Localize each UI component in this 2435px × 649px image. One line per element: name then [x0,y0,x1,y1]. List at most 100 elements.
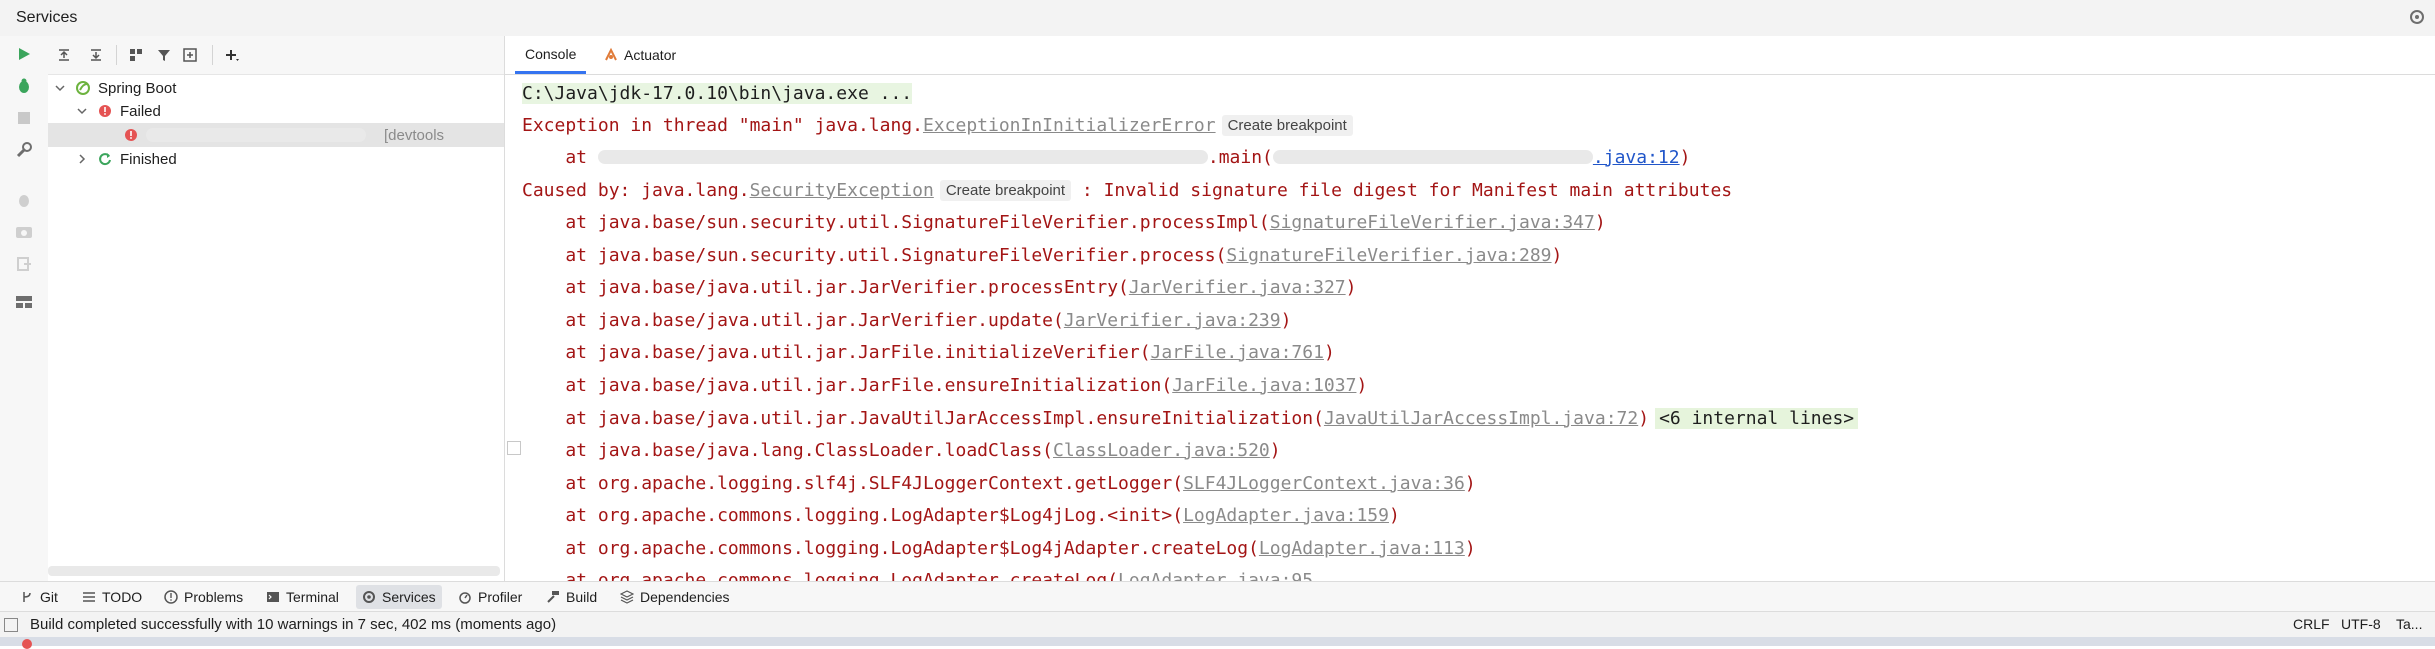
toolbar-separator [212,45,213,65]
spring-boot-icon [74,79,92,97]
log-text: at org.apache.logging.slf4j.SLF4JLoggerC… [522,472,1184,494]
source-link[interactable]: JarFile.java:1037 [1172,375,1356,396]
stack-frame: at java.base/java.util.jar.JarFile.ensur… [522,370,1367,400]
log-text: ) [1594,211,1606,233]
add-service-icon[interactable] [220,43,244,67]
source-link[interactable]: JarFile.java:761 [1151,342,1324,363]
exit-icon[interactable] [12,252,36,276]
log-line-exception: Exception in thread "main" java.lang. Exc… [522,110,1353,140]
tool-build[interactable]: Build [540,585,603,609]
toolbar-separator [116,45,117,65]
services-action-gutter [0,36,49,581]
run-icon[interactable] [12,42,36,66]
tool-window-title: Services [16,9,78,26]
chevron-down-icon[interactable] [74,103,90,119]
stack-frame: at java.base/sun.security.util.Signature… [522,207,1606,237]
indent-widget[interactable]: Ta... [2396,616,2422,632]
actuator-icon [603,47,619,63]
source-link[interactable]: LogAdapter.java:95 [1118,570,1313,582]
status-toggle-icon[interactable] [4,618,18,632]
tree-node-app-run-config[interactable]: [devtools [122,123,444,147]
expand-all-icon[interactable] [52,43,76,67]
tool-dependencies[interactable]: Dependencies [614,585,736,609]
command-text[interactable]: C:\Java\jdk-17.0.10\bin\java.exe ... [522,82,913,104]
source-link[interactable]: SignatureFileVerifier.java:347 [1270,212,1595,233]
tree-node-label: Spring Boot [98,79,177,97]
log-line-caused-by: Caused by: java.lang. SecurityException Cr… [522,175,1732,205]
new-tab-icon[interactable] [178,43,202,67]
source-link[interactable]: SignatureFileVerifier.java:289 [1226,245,1551,266]
tool-todo[interactable]: TODO [76,585,148,609]
log-text: ) [1356,374,1368,396]
status-message[interactable]: Build completed successfully with 10 war… [30,616,556,633]
tool-window-header: Services [0,0,2435,37]
taskbar-edge [0,637,2435,649]
tab-label: Console [525,45,577,62]
tool-profiler[interactable]: Profiler [452,585,528,609]
fold-toggle-icon[interactable] [507,441,521,455]
log-text: at org.apache.commons.logging.LogAdapter… [522,569,1119,582]
log-text: at java.base/java.util.jar.JavaUtilJarAc… [522,407,1324,429]
redacted-class-name [597,150,1208,164]
devtools-label: [devtools [384,126,445,144]
debug-icon[interactable] [12,74,36,98]
tool-label: Services [382,589,436,605]
tool-problems[interactable]: Problems [158,585,249,609]
source-link[interactable]: JavaUtilJarAccessImpl.java:72 [1324,408,1638,429]
source-link[interactable]: JarVerifier.java:239 [1064,310,1281,331]
source-link[interactable]: JarVerifier.java:327 [1129,277,1346,298]
tool-window-bar: Git TODO Problems Terminal Services Prof… [0,581,2435,612]
source-link[interactable]: LogAdapter.java:113 [1259,538,1465,559]
debug-disabled-icon[interactable] [12,188,36,212]
error-icon [96,102,114,120]
log-text: ) [1464,472,1476,494]
tool-terminal[interactable]: Terminal [260,585,345,609]
log-text: at java.base/sun.security.util.Signature… [522,211,1270,233]
tree-node-finished[interactable]: Finished [74,147,177,171]
encoding-widget[interactable]: UTF-8 [2341,616,2381,632]
source-link[interactable]: ClassLoader.java:520 [1053,440,1270,461]
stack-frame: at java.base/java.util.jar.JavaUtilJarAc… [522,403,1859,433]
wrench-icon[interactable] [12,138,36,162]
git-branch-icon [20,590,34,604]
exception-class-link[interactable]: ExceptionInInitializerError [923,115,1216,136]
create-breakpoint-link[interactable]: Create breakpoint [1221,114,1353,136]
dependencies-icon [620,590,634,604]
filter-icon[interactable] [152,43,176,67]
log-text: ) [1388,504,1400,526]
log-text: at org.apache.commons.logging.LogAdapter… [522,504,1184,526]
group-by-icon[interactable] [124,43,148,67]
tab-console[interactable]: Console [515,36,587,74]
log-text: at java.base/java.util.jar.JarFile.ensur… [522,374,1173,396]
source-link[interactable]: LogAdapter.java:159 [1183,505,1389,526]
error-icon [122,126,140,144]
line-separator-widget[interactable]: CRLF [2293,616,2330,632]
collapse-all-icon[interactable] [84,43,108,67]
stack-frame: at org.apache.commons.logging.LogAdapter… [522,533,1475,563]
log-text: ) [1551,244,1563,266]
log-text: ) [1345,276,1357,298]
source-link[interactable]: SLF4JLoggerContext.java:36 [1183,473,1465,494]
tree-node-spring-boot[interactable]: Spring Boot [52,76,176,100]
stop-icon[interactable] [12,106,36,130]
source-link[interactable]: .java:12 [1593,147,1680,168]
create-breakpoint-link[interactable]: Create breakpoint [939,179,1072,201]
rerun-icon [96,150,114,168]
chevron-down-icon[interactable] [52,80,68,96]
tool-git[interactable]: Git [14,585,64,609]
tool-services[interactable]: Services [356,585,442,609]
tool-label: Terminal [286,589,339,605]
console-output[interactable]: C:\Java\jdk-17.0.10\bin\java.exe ... Exc… [505,74,2435,581]
layout-icon[interactable] [12,290,36,314]
settings-gear-icon[interactable] [2407,7,2427,27]
log-text: : Invalid signature file digest for Mani… [1071,179,1733,201]
exception-class-link[interactable]: SecurityException [750,180,934,201]
log-text: at java.base/java.util.jar.JarVerifier.u… [522,309,1064,331]
services-icon [362,590,376,604]
tab-actuator[interactable]: Actuator [593,36,686,74]
camera-icon[interactable] [12,220,36,244]
tree-node-failed[interactable]: Failed [74,99,161,123]
chevron-right-icon[interactable] [74,151,90,167]
internal-lines-fold[interactable]: <6 internal lines> [1655,407,1859,429]
horizontal-scrollbar[interactable] [48,566,500,576]
